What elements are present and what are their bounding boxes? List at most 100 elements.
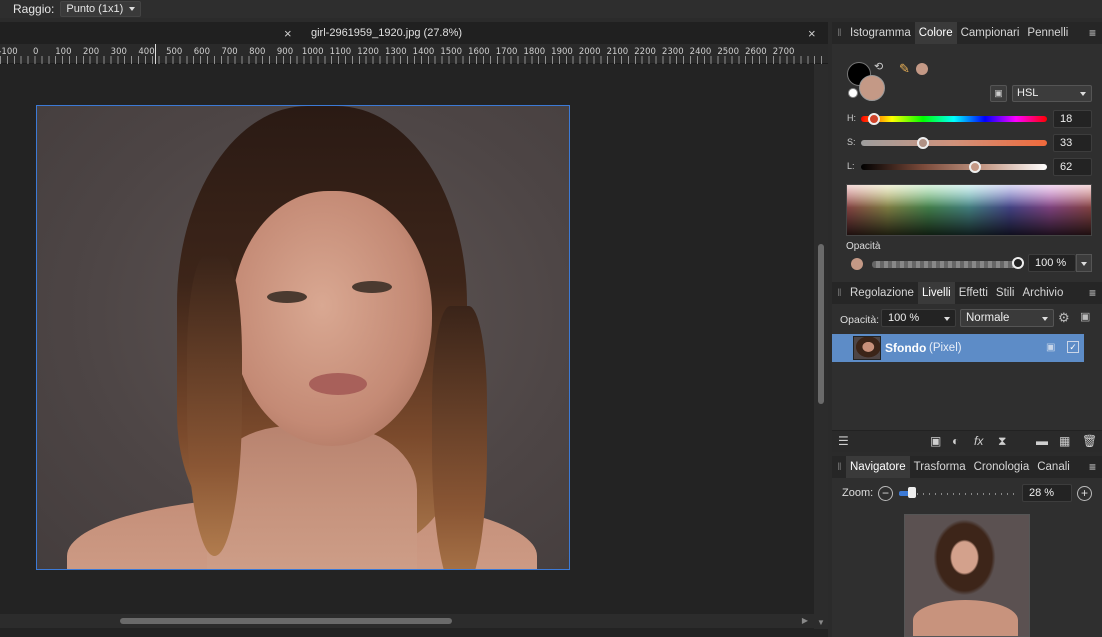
opacity-dropdown[interactable] <box>1076 254 1092 272</box>
color-spectrum[interactable] <box>846 184 1092 236</box>
gear-icon[interactable]: ⚙ <box>1058 310 1070 326</box>
lock-icon[interactable]: ▣ <box>990 85 1007 102</box>
adjustment-layer-icon[interactable]: ◐ <box>952 434 959 448</box>
radius-dropdown[interactable]: Punto (1x1) <box>60 1 142 17</box>
ruler-label: 1200 <box>357 47 379 57</box>
vertical-scroll-thumb[interactable] <box>818 244 824 404</box>
tab-color[interactable]: Colore <box>914 22 957 44</box>
ruler-label: -100 <box>0 47 18 57</box>
document-tab-close[interactable]: × <box>808 22 816 44</box>
navigator-preview[interactable] <box>904 514 1030 637</box>
secondary-color-swatch[interactable] <box>859 75 885 101</box>
saturation-slider-knob[interactable] <box>917 137 929 149</box>
tab-close-left[interactable]: × <box>284 22 292 44</box>
layers-panel: ‖ Regolazione Livelli Effetti Stili Arch… <box>832 282 1102 452</box>
ruler-label: 2300 <box>661 47 684 57</box>
panel-menu-icon[interactable]: ≡ <box>1089 26 1096 40</box>
chevron-down-icon <box>129 7 136 11</box>
horizontal-scrollbar[interactable]: ▶ <box>0 614 814 628</box>
ruler-label: 2100 <box>606 47 629 57</box>
tab-transform[interactable]: Trasforma <box>910 456 970 478</box>
radius-label: Raggio: <box>13 2 55 16</box>
layer-lock-icon[interactable]: ▣ <box>1046 342 1055 353</box>
lightness-slider-knob[interactable] <box>969 161 981 173</box>
tab-styles[interactable]: Stili <box>992 282 1019 304</box>
app-window: Raggio: Punto (1x1) × girl-2961959_1920.… <box>0 0 1102 637</box>
horizontal-scroll-thumb[interactable] <box>120 618 452 624</box>
vertical-scrollbar[interactable]: ▼ <box>814 64 828 629</box>
tab-adjustments[interactable]: Regolazione <box>846 282 918 304</box>
hue-value[interactable]: 18 <box>1053 110 1092 128</box>
eyedropper-icon[interactable]: ✎ <box>899 61 910 77</box>
tab-layers[interactable]: Livelli <box>917 282 955 304</box>
opacity-slider-knob[interactable] <box>1012 257 1024 269</box>
opacity-value[interactable]: 100 % <box>1028 254 1076 272</box>
lightness-slider[interactable] <box>861 164 1047 170</box>
ruler-label: 1500 <box>440 47 463 57</box>
panel-grip-icon[interactable]: ‖ <box>832 288 846 299</box>
document-tab[interactable]: girl-2961959_1920.jpg (27.8%) <box>311 22 462 44</box>
tab-channels[interactable]: Canali <box>1033 456 1074 478</box>
navigator-panel-tabs: ‖ Navigatore Trasforma Cronologia Canali… <box>832 456 1102 478</box>
hue-label: H: <box>847 113 856 123</box>
color-panel-tabs: ‖ Istogramma Colore Campionari Pennelli … <box>832 22 1102 44</box>
layer-thumbnail <box>853 336 881 360</box>
fx-icon[interactable]: fx <box>974 434 983 448</box>
folder-icon[interactable]: ▬ <box>1036 434 1048 448</box>
swap-colors-icon[interactable]: ⟲ <box>874 60 883 73</box>
layer-visibility-checkbox[interactable]: ✓ <box>1067 341 1079 353</box>
document-tabbar: × girl-2961959_1920.jpg (27.8%) × <box>0 22 828 44</box>
no-color-icon[interactable] <box>848 88 858 98</box>
zoom-in-icon[interactable]: + <box>1077 486 1092 501</box>
tab-swatches[interactable]: Campionari <box>957 22 1024 44</box>
document-tab-title: girl-2961959_1920.jpg (27.8%) <box>311 27 463 39</box>
tab-histogram[interactable]: Istogramma <box>846 22 915 44</box>
hue-slider[interactable] <box>861 116 1047 122</box>
scroll-right-icon[interactable]: ▶ <box>802 616 808 625</box>
chevron-down-icon <box>944 317 950 321</box>
ruler-label: 500 <box>166 47 183 57</box>
panel-grip-icon[interactable]: ‖ <box>832 28 846 39</box>
layer-row[interactable]: Sfondo (Pixel) ▣ ✓ <box>832 334 1084 362</box>
zoom-out-icon[interactable]: − <box>878 486 893 501</box>
portrait-image[interactable] <box>36 105 570 570</box>
picked-color-swatch[interactable] <box>916 63 928 75</box>
ruler-label: 2500 <box>717 47 740 57</box>
saturation-slider[interactable] <box>861 140 1047 146</box>
tab-history[interactable]: Cronologia <box>970 456 1034 478</box>
live-filter-icon[interactable]: ⧗ <box>998 434 1006 449</box>
tab-navigator[interactable]: Navigatore <box>846 456 910 478</box>
opacity-slider[interactable] <box>872 261 1018 268</box>
close-icon: × <box>284 25 292 41</box>
ruler-label: 1300 <box>384 47 407 57</box>
mask-layer-icon[interactable]: ▣ <box>930 434 941 448</box>
layers-stack-icon[interactable]: ☰ <box>838 434 849 448</box>
ruler-label: 1400 <box>412 47 435 57</box>
layer-opacity-dropdown[interactable]: 100 % <box>881 309 956 327</box>
panel-grip-icon[interactable]: ‖ <box>832 462 846 473</box>
panel-menu-icon[interactable]: ≡ <box>1089 286 1096 300</box>
tab-effects[interactable]: Effetti <box>955 282 992 304</box>
blend-mode-dropdown[interactable]: Normale <box>960 309 1054 327</box>
color-mode-dropdown[interactable]: HSL <box>1012 85 1092 102</box>
navigator-panel: ‖ Navigatore Trasforma Cronologia Canali… <box>832 456 1102 637</box>
ruler-label: 400 <box>138 47 155 57</box>
lock-icon[interactable]: ▣ <box>1080 310 1094 326</box>
canvas[interactable] <box>0 64 814 614</box>
pixel-layer-icon[interactable]: ▦ <box>1059 434 1070 448</box>
zoom-value[interactable]: 28 % <box>1022 484 1072 502</box>
zoom-slider[interactable] <box>899 493 1019 495</box>
scroll-down-icon[interactable]: ▼ <box>817 618 825 627</box>
ruler-label: 900 <box>276 47 294 57</box>
hue-slider-knob[interactable] <box>868 113 880 125</box>
zoom-slider-knob[interactable] <box>908 487 916 498</box>
tab-stock[interactable]: Archivio <box>1018 282 1067 304</box>
panel-menu-icon[interactable]: ≡ <box>1089 460 1096 474</box>
ruler-label: 2600 <box>745 47 767 57</box>
ruler-label: 2400 <box>689 47 712 57</box>
tab-brushes[interactable]: Pennelli <box>1023 22 1072 44</box>
saturation-value[interactable]: 33 <box>1053 134 1092 152</box>
trash-icon[interactable]: 🗑 <box>1082 434 1097 448</box>
lightness-value[interactable]: 62 <box>1053 158 1092 176</box>
document-area: × girl-2961959_1920.jpg (27.8%) × -100 0 1… <box>0 22 828 637</box>
